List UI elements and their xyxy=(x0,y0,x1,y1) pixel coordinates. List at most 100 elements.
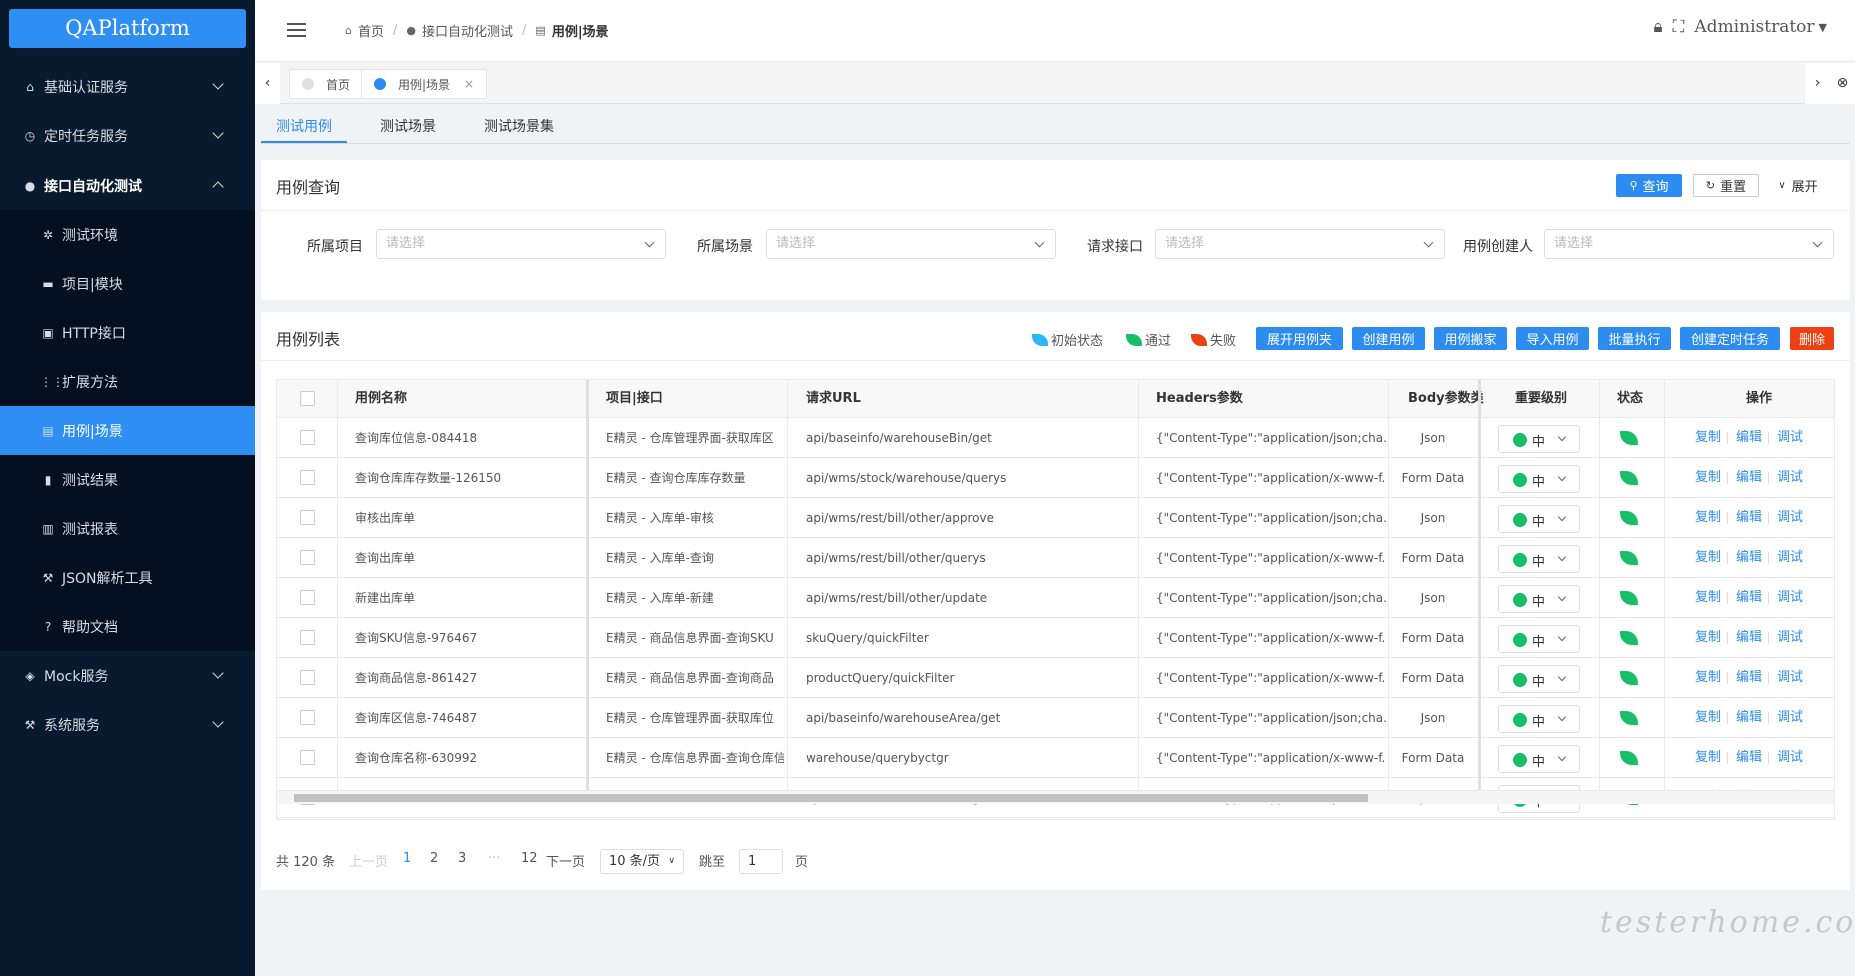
sidebar-item-reports[interactable]: ▥ 测试报表 xyxy=(0,504,255,553)
sidebar-item-results[interactable]: ▮ 测试结果 xyxy=(0,455,255,504)
edit-link[interactable]: 编辑 xyxy=(1736,618,1762,658)
horizontal-scrollbar[interactable] xyxy=(277,790,1834,804)
sidebar-item-help[interactable]: ? 帮助文档 xyxy=(0,602,255,651)
sidebar-item-http[interactable]: ▣ HTTP接口 xyxy=(0,308,255,357)
row-checkbox[interactable] xyxy=(300,510,315,525)
copy-link[interactable]: 复制 xyxy=(1695,418,1721,458)
batch-run-button[interactable]: 批量执行 xyxy=(1598,327,1671,350)
tab-scroll-right-icon[interactable]: › xyxy=(1805,63,1830,104)
copy-link[interactable]: 复制 xyxy=(1695,698,1721,738)
breadcrumb-api-test[interactable]: 接口自动化测试 xyxy=(422,21,513,40)
col-body-type[interactable]: Body参数类型 xyxy=(1408,380,1484,418)
copy-link[interactable]: 复制 xyxy=(1695,738,1721,778)
sidebar-item-mock[interactable]: ◈ Mock服务 xyxy=(0,651,255,700)
project-select[interactable]: 请选择 xyxy=(376,229,666,259)
pagination-ellipsis[interactable]: ··· xyxy=(488,851,500,866)
row-checkbox[interactable] xyxy=(300,630,315,645)
sidebar-item-cron[interactable]: ◷ 定时任务服务 xyxy=(0,111,255,160)
pagination-next[interactable]: 下一页 xyxy=(546,851,585,870)
sidebar-item-api-test[interactable]: ● 接口自动化测试 xyxy=(0,161,255,210)
search-button[interactable]: ⚲ 查询 xyxy=(1616,174,1682,197)
col-url[interactable]: 请求URL xyxy=(806,380,861,418)
col-name[interactable]: 用例名称 xyxy=(355,380,407,418)
copy-link[interactable]: 复制 xyxy=(1695,498,1721,538)
sidebar-item-env[interactable]: ✲ 测试环境 xyxy=(0,210,255,259)
edit-link[interactable]: 编辑 xyxy=(1736,578,1762,618)
priority-select[interactable]: 中 xyxy=(1498,505,1580,533)
row-checkbox[interactable] xyxy=(300,590,315,605)
debug-link[interactable]: 调试 xyxy=(1777,658,1803,698)
edit-link[interactable]: 编辑 xyxy=(1736,418,1762,458)
create-case-button[interactable]: 创建用例 xyxy=(1352,327,1425,350)
sidebar-item-project[interactable]: ▬ 项目|模块 xyxy=(0,259,255,308)
create-cron-button[interactable]: 创建定时任务 xyxy=(1680,327,1780,350)
sidebar-item-json[interactable]: ⚒ JSON解析工具 xyxy=(0,553,255,602)
debug-link[interactable]: 调试 xyxy=(1777,698,1803,738)
edit-link[interactable]: 编辑 xyxy=(1736,738,1762,778)
app-logo[interactable]: QAPlatform xyxy=(9,9,246,48)
tab-home[interactable]: 首页 xyxy=(289,69,364,99)
expand-folder-button[interactable]: 展开用例夹 xyxy=(1256,327,1343,350)
scrollbar-thumb[interactable] xyxy=(294,794,1368,802)
row-checkbox[interactable] xyxy=(300,670,315,685)
caret-down-icon[interactable]: ▼ xyxy=(1819,21,1827,34)
priority-select[interactable]: 中 xyxy=(1498,745,1580,773)
lock-icon[interactable]: 🔒︎ xyxy=(1653,17,1662,37)
copy-link[interactable]: 复制 xyxy=(1695,658,1721,698)
user-menu[interactable]: Administrator xyxy=(1694,17,1814,37)
pagination-page-3[interactable]: 3 xyxy=(458,851,466,866)
debug-link[interactable]: 调试 xyxy=(1777,498,1803,538)
col-headers[interactable]: Headers参数 xyxy=(1156,380,1243,418)
edit-link[interactable]: 编辑 xyxy=(1736,458,1762,498)
col-status[interactable]: 状态 xyxy=(1617,380,1643,418)
creator-select[interactable]: 请选择 xyxy=(1544,229,1834,259)
debug-link[interactable]: 调试 xyxy=(1777,538,1803,578)
row-checkbox[interactable] xyxy=(300,550,315,565)
priority-select[interactable]: 中 xyxy=(1498,585,1580,613)
priority-select[interactable]: 中 xyxy=(1498,465,1580,493)
page-size-select[interactable]: 10 条/页 ∨ xyxy=(600,849,684,874)
priority-select[interactable]: 中 xyxy=(1498,625,1580,653)
copy-link[interactable]: 复制 xyxy=(1695,618,1721,658)
select-all-checkbox[interactable] xyxy=(300,391,315,406)
priority-select[interactable]: 中 xyxy=(1498,665,1580,693)
row-checkbox[interactable] xyxy=(300,710,315,725)
interface-select[interactable]: 请选择 xyxy=(1155,229,1445,259)
copy-link[interactable]: 复制 xyxy=(1695,578,1721,618)
row-checkbox[interactable] xyxy=(300,750,315,765)
delete-button[interactable]: 删除 xyxy=(1790,327,1834,350)
edit-link[interactable]: 编辑 xyxy=(1736,698,1762,738)
expand-button[interactable]: ∨ 展开 xyxy=(1769,174,1827,197)
close-icon[interactable]: × xyxy=(464,77,474,91)
pagination-page-2[interactable]: 2 xyxy=(430,851,438,866)
row-checkbox[interactable] xyxy=(300,430,315,445)
priority-select[interactable]: 中 xyxy=(1498,705,1580,733)
pagination-page-12[interactable]: 12 xyxy=(521,851,538,866)
jump-input[interactable]: 1 xyxy=(739,849,783,874)
priority-select[interactable]: 中 xyxy=(1498,545,1580,573)
sidebar-item-auth[interactable]: ⌂ 基础认证服务 xyxy=(0,62,255,111)
move-case-button[interactable]: 用例搬家 xyxy=(1434,327,1507,350)
pagination-page-1[interactable]: 1 xyxy=(403,851,411,866)
debug-link[interactable]: 调试 xyxy=(1777,578,1803,618)
copy-link[interactable]: 复制 xyxy=(1695,458,1721,498)
edit-link[interactable]: 编辑 xyxy=(1736,538,1762,578)
edit-link[interactable]: 编辑 xyxy=(1736,658,1762,698)
subtab-test-cases[interactable]: 测试用例 xyxy=(276,116,332,136)
scene-select[interactable]: 请选择 xyxy=(766,229,1056,259)
priority-select[interactable]: 中 xyxy=(1498,425,1580,453)
debug-link[interactable]: 调试 xyxy=(1777,418,1803,458)
tab-cases[interactable]: 用例|场景 × xyxy=(361,69,488,99)
subtab-test-scenes[interactable]: 测试场景 xyxy=(380,116,436,136)
col-project[interactable]: 项目|接口 xyxy=(606,380,663,418)
copy-link[interactable]: 复制 xyxy=(1695,538,1721,578)
menu-toggle-icon[interactable] xyxy=(287,23,306,37)
tab-scroll-left-icon[interactable]: ‹ xyxy=(255,63,280,104)
sidebar-item-system[interactable]: ⚒ 系统服务 xyxy=(0,700,255,749)
import-case-button[interactable]: 导入用例 xyxy=(1516,327,1589,350)
sidebar-item-cases[interactable]: ▤ 用例|场景 xyxy=(0,406,255,455)
row-checkbox[interactable] xyxy=(300,470,315,485)
col-actions[interactable]: 操作 xyxy=(1746,380,1772,418)
edit-link[interactable]: 编辑 xyxy=(1736,498,1762,538)
breadcrumb-home[interactable]: 首页 xyxy=(358,21,384,40)
